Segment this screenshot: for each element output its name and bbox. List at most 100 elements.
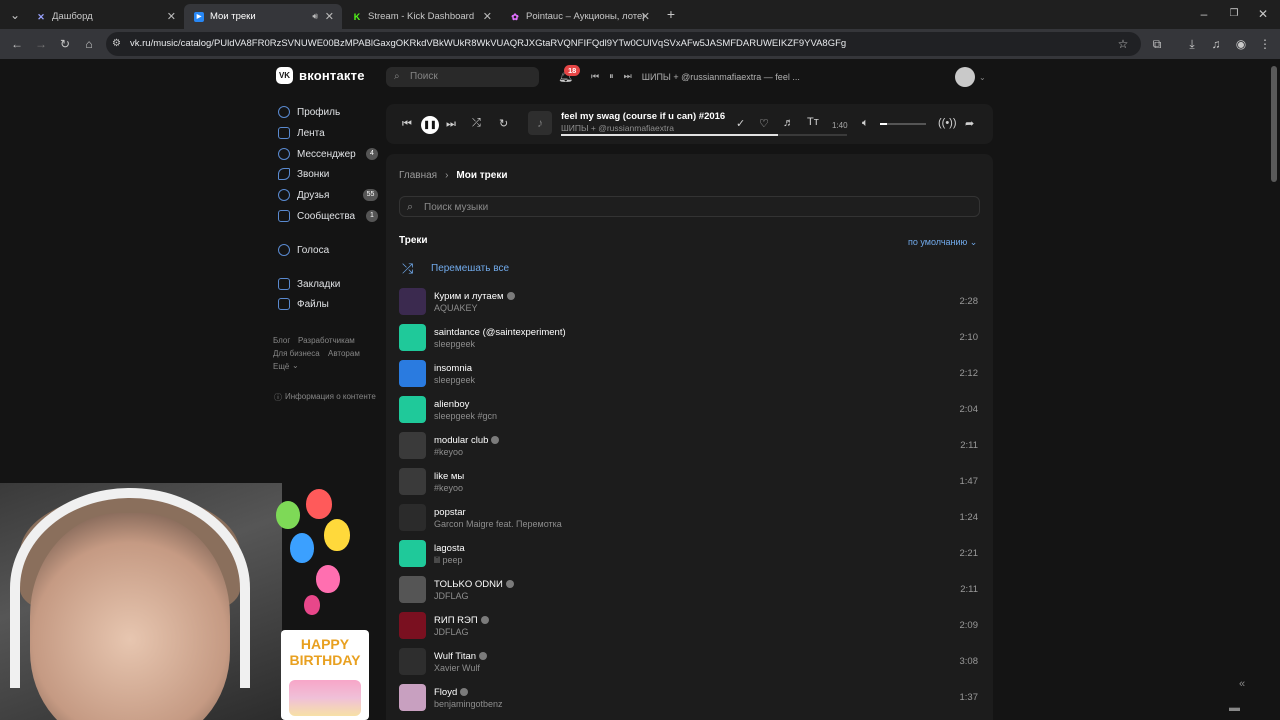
sidebar-item-profile[interactable]: Профиль bbox=[278, 106, 340, 118]
close-tab-icon[interactable]: ✕ bbox=[325, 10, 334, 23]
share-icon[interactable]: ➦ bbox=[965, 117, 974, 130]
home-icon[interactable]: ⌂ bbox=[82, 37, 96, 51]
track-row[interactable]: RИП RЭП JDFLAG 2:09 bbox=[399, 612, 980, 644]
maximize-icon[interactable]: ❐ bbox=[1227, 7, 1241, 21]
tab-kick-dashboard[interactable]: K Stream - Kick Dashboard ✕ bbox=[342, 4, 500, 29]
track-cover[interactable] bbox=[399, 288, 426, 315]
track-cover[interactable] bbox=[399, 648, 426, 675]
track-artist[interactable]: JDFLAG bbox=[434, 627, 469, 637]
track-title[interactable]: alienboy bbox=[434, 399, 469, 410]
track-artist[interactable]: sleepgeek #gcn bbox=[434, 411, 497, 421]
track-row[interactable]: Wulf Titan Xavier Wulf 3:08 bbox=[399, 648, 980, 680]
track-cover[interactable] bbox=[399, 504, 426, 531]
chevron-down-icon[interactable]: ⌄ bbox=[979, 71, 986, 85]
profile-icon[interactable]: ◉ bbox=[1234, 37, 1248, 51]
close-tab-icon[interactable]: ✕ bbox=[483, 10, 492, 23]
track-cover[interactable] bbox=[399, 684, 426, 711]
breadcrumb-home[interactable]: Главная bbox=[399, 170, 437, 181]
url-field[interactable]: ⚙ vk.ru/music/catalog/PUldVA8FR0RzSVNUWE… bbox=[106, 32, 1141, 56]
footer-link-content-info[interactable]: Информация о контенте bbox=[285, 392, 376, 401]
audio-playing-icon[interactable]: 🔊︎ bbox=[312, 11, 318, 22]
bookmark-star-icon[interactable]: ☆ bbox=[1116, 37, 1130, 51]
shuffle-all-button[interactable]: Перемешать все bbox=[431, 263, 509, 274]
track-cover[interactable] bbox=[399, 432, 426, 459]
header-search-input[interactable]: ⌕ Поиск bbox=[386, 67, 539, 87]
sidebar-item-communities[interactable]: Сообщества bbox=[278, 210, 355, 222]
track-row[interactable]: insomnia sleepgeek 2:12 bbox=[399, 360, 980, 392]
track-artist[interactable]: sleepgeek bbox=[434, 339, 475, 349]
track-artist[interactable]: sleepgeek bbox=[434, 375, 475, 385]
track-row[interactable]: Floyd benjamingotbenz 1:37 bbox=[399, 684, 980, 716]
track-title[interactable]: Курим и лутаем bbox=[434, 291, 515, 302]
shuffle-icon[interactable]: ⤮ bbox=[472, 117, 481, 130]
footer-link-developers[interactable]: Разработчикам bbox=[298, 336, 355, 345]
track-progress-bar[interactable] bbox=[561, 134, 847, 136]
music-search-input[interactable]: ⌕ Поиск музыки bbox=[399, 196, 980, 217]
track-title[interactable]: popstar bbox=[434, 507, 466, 518]
footer-link-business[interactable]: Для бизнеса bbox=[273, 349, 320, 358]
media-control-icon[interactable]: ♫ bbox=[1209, 37, 1223, 51]
close-window-icon[interactable]: ✕ bbox=[1256, 7, 1270, 21]
track-row[interactable]: saintdance (@saintexperiment) sleepgeek 2:… bbox=[399, 324, 980, 356]
dislike-icon[interactable]: ♡ bbox=[759, 117, 769, 130]
track-title[interactable]: insomnia bbox=[434, 363, 472, 374]
track-title[interactable]: modular club bbox=[434, 435, 500, 446]
text-size-icon[interactable]: Tт bbox=[807, 116, 819, 128]
mini-next-icon[interactable]: ⏭ bbox=[624, 71, 632, 82]
track-title[interactable]: RИП RЭП bbox=[434, 615, 489, 626]
track-artist[interactable]: #keyoo bbox=[434, 483, 463, 493]
sidebar-item-votes[interactable]: Голоса bbox=[278, 244, 329, 256]
track-row[interactable]: popstar Garcon Maigre feat. Перемотка 1:24 bbox=[399, 504, 980, 536]
track-row[interactable]: modular club #keyoo 2:11 bbox=[399, 432, 980, 464]
mini-pause-icon[interactable]: ⏸ bbox=[609, 71, 614, 82]
track-artist[interactable]: AQUAKEY bbox=[434, 303, 478, 313]
footer-link-more[interactable]: Ещё bbox=[273, 362, 289, 371]
close-tab-icon[interactable]: ✕ bbox=[167, 10, 176, 23]
vk-logo[interactable]: VK вконтакте bbox=[276, 67, 365, 84]
forward-icon[interactable]: → bbox=[34, 37, 48, 51]
pause-button[interactable]: ❚❚ bbox=[421, 116, 439, 134]
close-tab-icon[interactable]: ✕ bbox=[641, 10, 650, 23]
sort-dropdown[interactable]: по умолчанию ⌄ bbox=[908, 237, 977, 248]
track-row[interactable]: Курим и лутаем AQUAKEY 2:28 bbox=[399, 288, 980, 320]
more-menu-icon[interactable]: ⋮ bbox=[1258, 37, 1272, 51]
footer-link-blog[interactable]: Блог bbox=[273, 336, 290, 345]
track-cover[interactable] bbox=[399, 360, 426, 387]
track-row[interactable]: alienboy sleepgeek #gcn 2:04 bbox=[399, 396, 980, 428]
reload-icon[interactable]: ↻ bbox=[58, 37, 72, 51]
minimize-icon[interactable]: – bbox=[1197, 7, 1211, 21]
extensions-icon[interactable]: ⧉ bbox=[1150, 37, 1164, 51]
track-cover[interactable] bbox=[399, 324, 426, 351]
track-title[interactable]: saintdance (@saintexperiment) bbox=[434, 327, 566, 338]
sidebar-item-calls[interactable]: Звонки bbox=[278, 168, 329, 180]
tab-list-icon[interactable]: ⌄ bbox=[8, 8, 22, 22]
user-avatar[interactable] bbox=[955, 67, 975, 87]
track-cover[interactable] bbox=[399, 540, 426, 567]
track-row[interactable]: lagosta lil peep 2:21 bbox=[399, 540, 980, 572]
track-title[interactable]: Floyd bbox=[434, 687, 469, 698]
collapse-double-chevron-icon[interactable]: « bbox=[1239, 677, 1245, 691]
volume-slider[interactable] bbox=[880, 123, 926, 125]
sidebar-item-messenger[interactable]: Мессенджер bbox=[278, 148, 356, 160]
added-check-icon[interactable]: ✓ bbox=[736, 117, 745, 130]
site-info-icon[interactable]: ⚙ bbox=[112, 37, 121, 51]
track-artist[interactable]: Xavier Wulf bbox=[434, 663, 480, 673]
tab-my-tracks[interactable]: ▶ Мои треки 🔊︎ ✕ bbox=[184, 4, 342, 29]
tab-pointauc[interactable]: ✿ Pointauc – Аукционы, лотереи ✕ bbox=[500, 4, 658, 29]
track-cover[interactable] bbox=[399, 576, 426, 603]
track-artist[interactable]: JDFLAG bbox=[434, 591, 469, 601]
now-playing-title[interactable]: feel my swag (course if u can) #2016 [pr… bbox=[561, 111, 726, 122]
track-row[interactable]: TOLЬKO ODNИ JDFLAG 2:11 bbox=[399, 576, 980, 608]
new-tab-icon[interactable]: + bbox=[664, 7, 678, 21]
track-artist[interactable]: #keyoo bbox=[434, 447, 463, 457]
lyrics-icon[interactable]: ♬ bbox=[783, 117, 794, 129]
repeat-icon[interactable]: ↻ bbox=[499, 117, 508, 130]
broadcast-icon[interactable]: ((•)) bbox=[938, 117, 957, 129]
track-row[interactable]: like мы #keyoo 1:47 bbox=[399, 468, 980, 500]
sidebar-item-files[interactable]: Файлы bbox=[278, 298, 329, 310]
shuffle-all-icon[interactable]: ⤮ bbox=[402, 260, 413, 277]
track-title[interactable]: lagosta bbox=[434, 543, 465, 554]
back-icon[interactable]: ← bbox=[10, 37, 24, 51]
track-title[interactable]: like мы bbox=[434, 471, 464, 482]
track-cover[interactable] bbox=[399, 396, 426, 423]
